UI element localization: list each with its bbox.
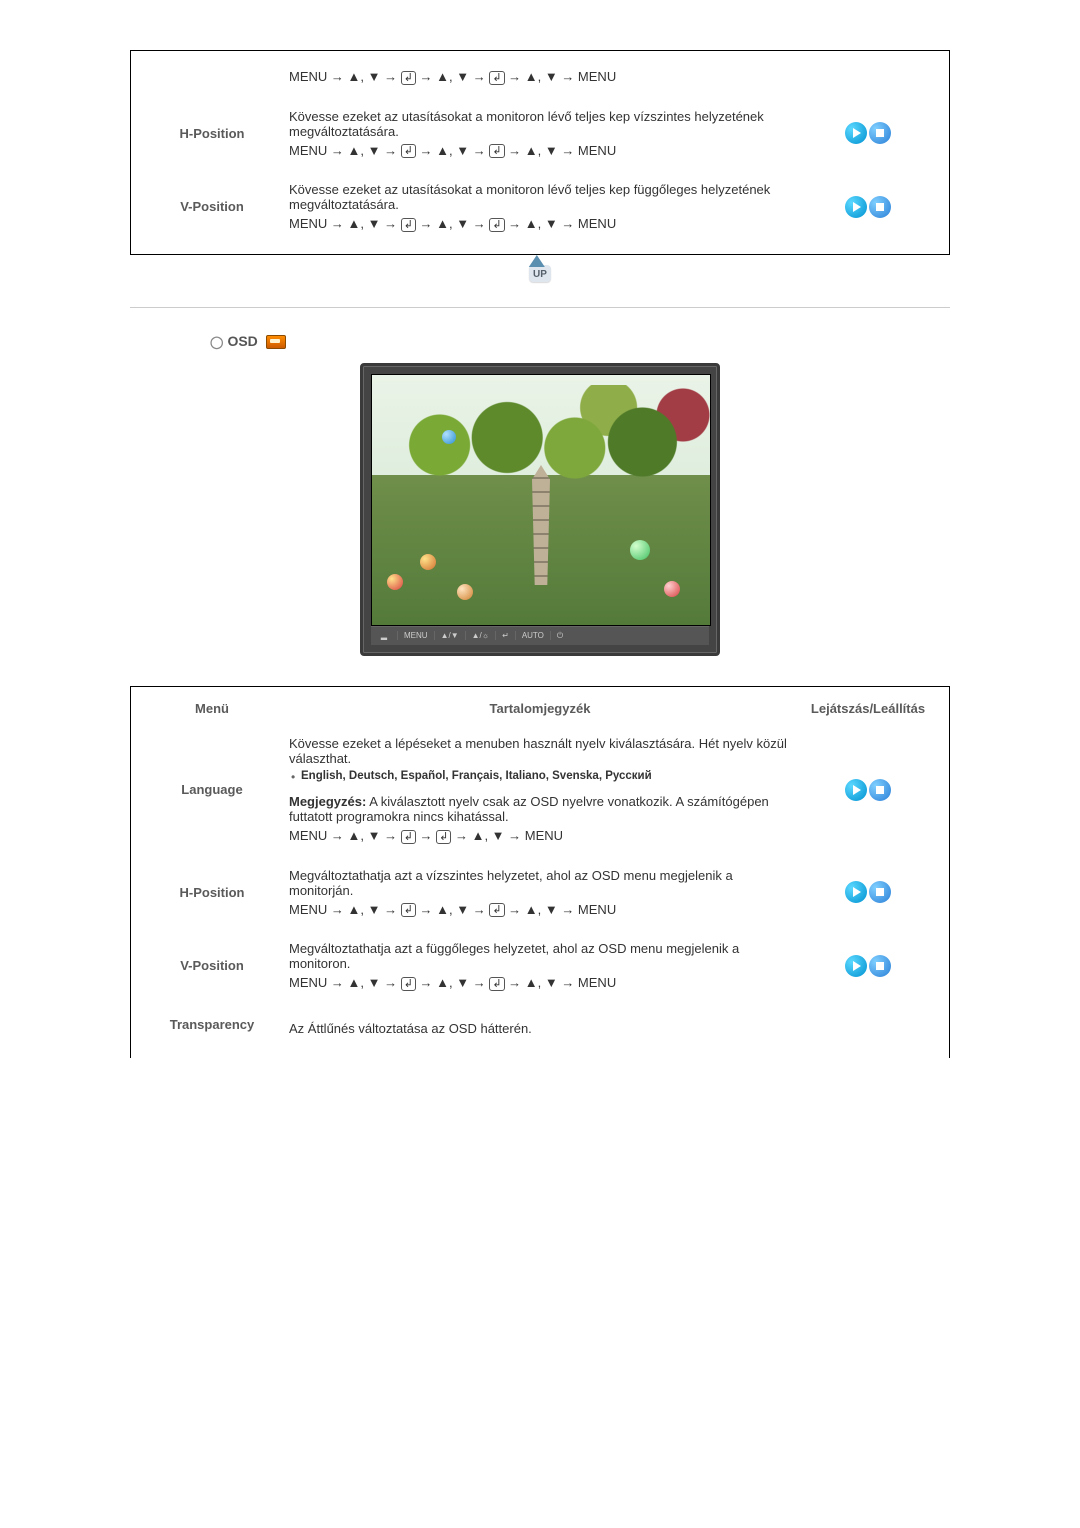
nav-sequence: MENU → ▲, ▼ → ↲ → ▲, ▼ → ↲ → ▲, ▼ → MENU <box>289 902 791 918</box>
hpos-description: Kövesse ezeket az utasításokat a monitor… <box>289 109 791 139</box>
note-label: Megjegyzés: <box>289 794 366 809</box>
monitor-illustration: ▂ MENU ▲/▼ ▲/☼ ↵ AUTO ⏻ <box>360 363 720 656</box>
nav-sequence: MENU → ▲, ▼ → ↲ → ▲, ▼ → ↲ → ▲, ▼ → MENU <box>289 69 791 85</box>
play-icon[interactable] <box>845 881 867 903</box>
language-desc: Kövesse ezeket a lépéseket a menuben has… <box>289 736 791 766</box>
nav-sequence: MENU → ▲, ▼ → ↲ → ▲, ▼ → ↲ → ▲, ▼ → MENU <box>289 143 791 159</box>
divider <box>130 307 950 308</box>
stop-icon[interactable] <box>869 779 891 801</box>
row-label-language: Language <box>141 724 283 856</box>
nav-sequence: MENU → ▲, ▼ → ↲ → ▲, ▼ → ↲ → ▲, ▼ → MENU <box>289 975 791 991</box>
language-list: English, Deutsch, Español, Français, Ita… <box>289 770 791 782</box>
header-content: Tartalomjegyzék <box>283 693 797 724</box>
stop-icon[interactable] <box>869 955 891 977</box>
up-link[interactable]: UP <box>529 265 551 282</box>
header-play: Lejátszás/Leállítás <box>797 693 939 724</box>
row-label-hposition: H-Position <box>141 97 283 171</box>
osd-icon <box>266 335 286 349</box>
nav-sequence: MENU → ▲, ▼ → ↲ → ↲ → ▲, ▼ → MENU <box>289 828 791 844</box>
monitor-buttons: ▂ MENU ▲/▼ ▲/☼ ↵ AUTO ⏻ <box>371 626 709 645</box>
play-icon[interactable] <box>845 779 867 801</box>
vpos-description: Kövesse ezeket az utasításokat a monitor… <box>289 182 791 212</box>
osd-hpos-desc: Megváltoztathatja azt a vízszintes helyz… <box>289 868 791 898</box>
osd-vpos-desc: Megváltoztathatja azt a függőleges helyz… <box>289 941 791 971</box>
nav-sequence: MENU → ▲, ▼ → ↲ → ▲, ▼ → ↲ → ▲, ▼ → MENU <box>289 216 791 232</box>
row-label-transparency: Transparency <box>141 1003 283 1048</box>
play-icon[interactable] <box>845 196 867 218</box>
stop-icon[interactable] <box>869 122 891 144</box>
image-menu-table: MENU → ▲, ▼ → ↲ → ▲, ▼ → ↲ → ▲, ▼ → MENU… <box>130 50 950 255</box>
row-label-hposition: H-Position <box>141 856 283 930</box>
row-label-vposition: V-Position <box>141 929 283 1003</box>
play-icon[interactable] <box>845 955 867 977</box>
stop-icon[interactable] <box>869 196 891 218</box>
play-icon[interactable] <box>845 122 867 144</box>
osd-menu-table: Menü Tartalomjegyzék Lejátszás/Leállítás… <box>130 686 950 1058</box>
section-title-osd: ◯OSD <box>210 333 950 349</box>
transparency-desc: Az Áttlűnés változtatása az OSD hátterén… <box>289 1021 791 1036</box>
header-menu: Menü <box>141 693 283 724</box>
row-label-vposition: V-Position <box>141 170 283 244</box>
stop-icon[interactable] <box>869 881 891 903</box>
